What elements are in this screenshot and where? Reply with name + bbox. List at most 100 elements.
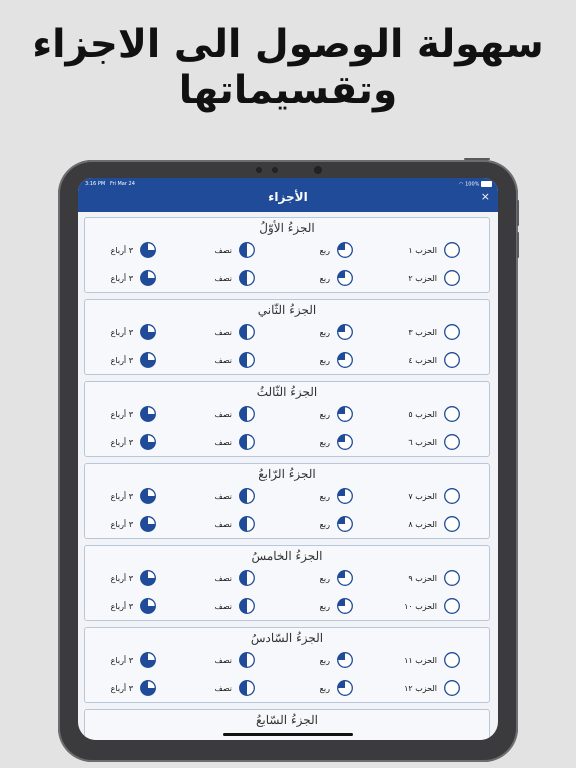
cell-label: ربع <box>319 573 330 583</box>
marketing-headline: سهولة الوصول الى الاجزاء وتقسيماتها <box>0 22 576 114</box>
quarter-pie-icon <box>337 270 353 286</box>
juz-title[interactable]: الجزءُ السّادسُ <box>85 631 489 645</box>
volume-up-button <box>517 200 519 226</box>
three-quarters-button[interactable]: ٣ أرباع <box>111 486 157 506</box>
hizb-button[interactable]: الحزب ١ <box>408 240 461 260</box>
wifi-icon: ◠ <box>459 181 464 188</box>
juz-title[interactable]: الجزءُ الرّابعُ <box>85 467 489 481</box>
cell-label: الحزب ١٠ <box>404 601 437 611</box>
cell-label: نصف <box>214 601 232 611</box>
hizb-button[interactable]: الحزب ٢ <box>408 268 461 288</box>
three-quarters-button[interactable]: ٣ أرباع <box>111 514 157 534</box>
hizb-circle-icon <box>444 352 460 368</box>
half-pie-icon <box>239 570 255 586</box>
juz-title[interactable]: الجزءُ الأوّلُ <box>85 221 489 235</box>
cell-label: ٣ أرباع <box>110 683 133 693</box>
half-button[interactable]: نصف <box>215 322 256 342</box>
half-button[interactable]: نصف <box>215 568 256 588</box>
cell-label: نصف <box>214 355 232 365</box>
cell-label: نصف <box>214 273 232 283</box>
hizb-button[interactable]: الحزب ١٢ <box>404 678 461 698</box>
hizb-button[interactable]: الحزب ٩ <box>408 568 461 588</box>
three-quarters-button[interactable]: ٣ أرباع <box>111 268 157 288</box>
three-quarters-button[interactable]: ٣ أرباع <box>111 404 157 424</box>
quarter-pie-icon <box>337 406 353 422</box>
three-quarters-button[interactable]: ٣ أرباع <box>111 240 157 260</box>
cell-label: نصف <box>214 519 232 529</box>
app-screen: 3:16 PM Fri Mar 24 ◠ 100% الأجزاء × الجز… <box>78 178 498 740</box>
half-button[interactable]: نصف <box>215 268 256 288</box>
cell-label: الحزب ٩ <box>408 573 437 583</box>
juz-card: الجزءُ الثّاني الحزب ٣ ربع نصف ٣ أرباع الحزب … <box>84 299 490 375</box>
close-button[interactable]: × <box>481 191 490 202</box>
half-button[interactable]: نصف <box>215 240 256 260</box>
hizb-button[interactable]: الحزب ١٠ <box>404 596 461 616</box>
hizb-button[interactable]: الحزب ٧ <box>408 486 461 506</box>
three-quarters-button[interactable]: ٣ أرباع <box>111 650 157 670</box>
page-title: الأجزاء <box>268 190 308 204</box>
hizb-button[interactable]: الحزب ٤ <box>408 350 461 370</box>
quarter-button[interactable]: ربع <box>320 268 354 288</box>
quarter-pie-icon <box>337 488 353 504</box>
juz-title[interactable]: الجزءُ السّابعُ <box>85 713 489 727</box>
cell-label: ٣ أرباع <box>110 601 133 611</box>
quarter-button[interactable]: ربع <box>320 404 354 424</box>
half-pie-icon <box>239 352 255 368</box>
quarter-pie-icon <box>337 652 353 668</box>
three-quarters-button[interactable]: ٣ أرباع <box>111 596 157 616</box>
quarter-button[interactable]: ربع <box>320 596 354 616</box>
hizb-button[interactable]: الحزب ٨ <box>408 514 461 534</box>
half-button[interactable]: نصف <box>215 350 256 370</box>
three-quarters-button[interactable]: ٣ أرباع <box>111 322 157 342</box>
quarter-button[interactable]: ربع <box>320 568 354 588</box>
cell-label: ربع <box>319 655 330 665</box>
half-button[interactable]: نصف <box>215 678 256 698</box>
half-button[interactable]: نصف <box>215 486 256 506</box>
cell-label: ربع <box>319 519 330 529</box>
cell-label: الحزب ٦ <box>408 437 437 447</box>
three-quarter-pie-icon <box>140 570 156 586</box>
juz-card: الجزءُ السّادسُ الحزب ١١ ربع نصف ٣ أرباع الحز… <box>84 627 490 703</box>
half-pie-icon <box>239 516 255 532</box>
cell-label: نصف <box>214 409 232 419</box>
quarter-button[interactable]: ربع <box>320 350 354 370</box>
juz-title[interactable]: الجزءُ الخامسُ <box>85 549 489 563</box>
three-quarter-pie-icon <box>140 488 156 504</box>
cell-label: الحزب ٧ <box>408 491 437 501</box>
quarter-button[interactable]: ربع <box>320 240 354 260</box>
cell-label: الحزب ٥ <box>408 409 437 419</box>
hizb-button[interactable]: الحزب ٥ <box>408 404 461 424</box>
hizb-button[interactable]: الحزب ٦ <box>408 432 461 452</box>
half-pie-icon <box>239 324 255 340</box>
juz-title[interactable]: الجزءُ الثّالثُ <box>85 385 489 399</box>
camera-dot <box>272 167 278 173</box>
cell-label: ٣ أرباع <box>110 245 133 255</box>
half-button[interactable]: نصف <box>215 404 256 424</box>
three-quarters-button[interactable]: ٣ أرباع <box>111 568 157 588</box>
home-indicator[interactable] <box>223 733 353 736</box>
juz-title[interactable]: الجزءُ الثّاني <box>85 303 489 317</box>
hizb-circle-icon <box>444 652 460 668</box>
hizb-circle-icon <box>444 598 460 614</box>
three-quarters-button[interactable]: ٣ أرباع <box>111 678 157 698</box>
three-quarters-button[interactable]: ٣ أرباع <box>111 350 157 370</box>
half-button[interactable]: نصف <box>215 596 256 616</box>
cell-label: نصف <box>214 573 232 583</box>
three-quarter-pie-icon <box>140 352 156 368</box>
hizb-button[interactable]: الحزب ٣ <box>408 322 461 342</box>
quarter-button[interactable]: ربع <box>320 432 354 452</box>
quarter-button[interactable]: ربع <box>320 514 354 534</box>
quarter-button[interactable]: ربع <box>320 678 354 698</box>
three-quarters-button[interactable]: ٣ أرباع <box>111 432 157 452</box>
status-battery: ◠ 100% <box>459 181 492 188</box>
half-button[interactable]: نصف <box>215 514 256 534</box>
quarter-button[interactable]: ربع <box>320 322 354 342</box>
quarter-pie-icon <box>337 324 353 340</box>
quarter-button[interactable]: ربع <box>320 650 354 670</box>
cell-label: الحزب ١١ <box>404 655 437 665</box>
half-button[interactable]: نصف <box>215 650 256 670</box>
quarter-button[interactable]: ربع <box>320 486 354 506</box>
half-pie-icon <box>239 242 255 258</box>
hizb-button[interactable]: الحزب ١١ <box>404 650 461 670</box>
half-button[interactable]: نصف <box>215 432 256 452</box>
